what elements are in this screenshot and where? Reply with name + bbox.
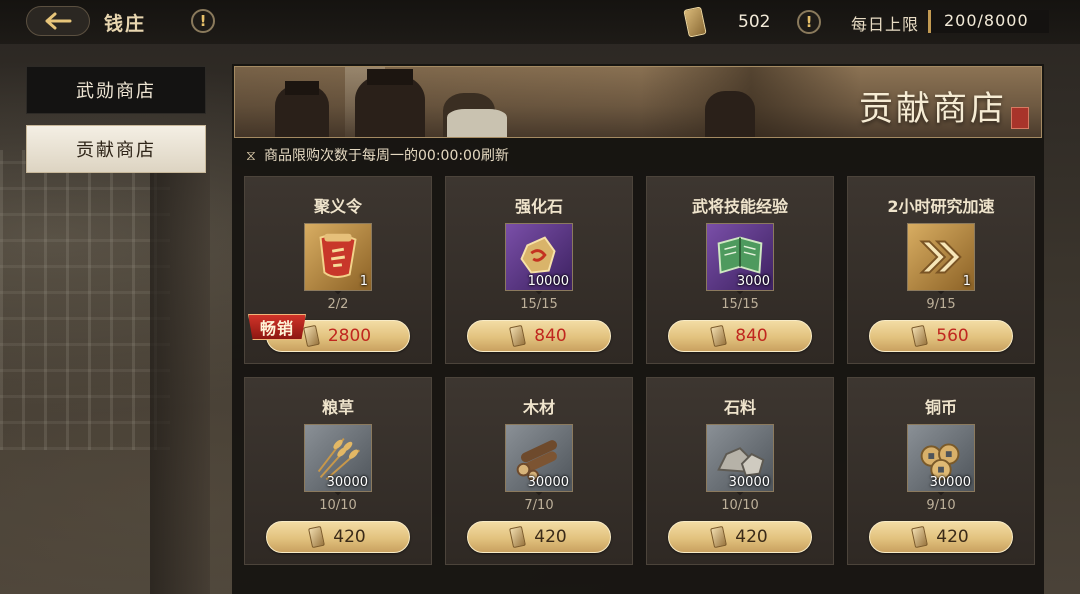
purchase-limit: 15/15 <box>520 297 558 312</box>
item-price: 2800 <box>327 326 372 346</box>
shop-item-card[interactable]: 2小时研究加速 1 9/15 560 <box>847 176 1035 364</box>
shop-item-card[interactable]: 铜币 30000 9/10 420 <box>847 377 1035 565</box>
banner-title: 贡献商店 <box>859 89 1007 129</box>
item-price: 840 <box>534 326 567 346</box>
wood-icon: 30000 <box>505 424 573 492</box>
item-quantity: 1 <box>962 274 971 289</box>
stone-icon: 30000 <box>706 424 774 492</box>
shop-item-card[interactable]: 武将技能经验 3000 15/15 840 <box>646 176 834 364</box>
item-quantity: 10000 <box>527 274 569 289</box>
shop-item-card[interactable]: 强化石 10000 15/15 840 <box>445 176 633 364</box>
hourglass-icon: ⧖ <box>246 148 256 164</box>
buy-button[interactable]: 840 <box>668 320 812 352</box>
purchase-limit: 10/10 <box>319 498 357 513</box>
item-name: 聚义令 <box>313 197 362 216</box>
contribution-token-icon <box>710 324 728 348</box>
currency-amount: 502 <box>738 12 771 32</box>
item-quantity: 30000 <box>929 475 971 490</box>
contribution-token-icon <box>911 525 929 549</box>
item-name: 强化石 <box>514 197 563 216</box>
item-name: 武将技能经验 <box>691 197 788 216</box>
buy-button[interactable]: 420 <box>668 521 812 553</box>
item-quantity: 3000 <box>736 274 770 289</box>
banner-figure <box>705 91 755 137</box>
contribution-token-icon <box>509 324 527 348</box>
top-bar: 钱庄 ! 502 ! 每日上限 200/8000 <box>0 0 1080 44</box>
buy-button[interactable]: 420 <box>266 521 410 553</box>
contribution-token-icon <box>308 525 326 549</box>
item-price: 840 <box>735 326 768 346</box>
shop-item-card[interactable]: 粮草 30000 10/10 420 <box>244 377 432 565</box>
contribution-token-icon <box>509 525 527 549</box>
daily-limit-value: 200/8000 <box>944 11 1029 30</box>
currency-info-icon[interactable]: ! <box>797 10 821 34</box>
contribution-token-icon <box>302 324 320 348</box>
item-quantity: 30000 <box>527 475 569 490</box>
banner-hat <box>367 69 413 85</box>
buy-button[interactable]: 420 <box>467 521 611 553</box>
seal-stamp <box>1011 107 1029 129</box>
item-quantity: 30000 <box>728 475 770 490</box>
shop-banner: 贡献商店 <box>234 66 1042 138</box>
buy-button[interactable]: 560 <box>869 320 1013 352</box>
copper-coin-icon: 30000 <box>907 424 975 492</box>
recruit-token-icon: 1 <box>304 223 372 291</box>
item-price: 560 <box>936 326 969 346</box>
shop-item-card[interactable]: 石料 30000 10/10 420 <box>646 377 834 565</box>
item-quantity: 1 <box>359 274 368 289</box>
back-button[interactable] <box>26 6 90 36</box>
contribution-token-icon <box>710 525 728 549</box>
info-icon[interactable]: ! <box>191 9 215 33</box>
shop-item-card[interactable]: 木材 30000 7/10 420 <box>445 377 633 565</box>
item-name: 木材 <box>522 398 555 417</box>
item-price: 420 <box>333 527 366 547</box>
banner-emperor-robe <box>447 109 507 137</box>
background-window <box>0 150 170 450</box>
item-name: 粮草 <box>321 398 354 417</box>
purchase-limit: 7/10 <box>524 498 554 513</box>
item-price: 420 <box>936 527 969 547</box>
back-arrow-icon <box>45 12 72 30</box>
refresh-notice: ⧖ 商品限购次数于每周一的00:00:00刷新 <box>246 145 509 165</box>
hot-seller-badge: 畅销 <box>248 314 306 340</box>
purchase-limit: 9/15 <box>926 297 956 312</box>
banner-hat <box>285 81 319 95</box>
daily-limit-label: 每日上限 <box>851 15 920 34</box>
item-quantity: 30000 <box>326 475 368 490</box>
shop-panel: 贡献商店 ⧖ 商品限购次数于每周一的00:00:00刷新 聚义令 1 2/2 28… <box>232 64 1044 594</box>
item-name: 2小时研究加速 <box>887 197 995 216</box>
sidebar-tab-merit-shop[interactable]: 武勋商店 <box>26 66 206 114</box>
sidebar-tab-contribution-shop[interactable]: 贡献商店 <box>26 125 206 173</box>
enhance-stone-icon: 10000 <box>505 223 573 291</box>
purchase-limit: 10/10 <box>721 498 759 513</box>
purchase-limit: 15/15 <box>721 297 759 312</box>
item-name: 铜币 <box>924 398 957 417</box>
item-name: 石料 <box>723 398 756 417</box>
refresh-notice-text: 商品限购次数于每周一的00:00:00刷新 <box>264 148 509 164</box>
item-price: 420 <box>735 527 768 547</box>
buy-button[interactable]: 420 <box>869 521 1013 553</box>
research-speedup-icon: 1 <box>907 223 975 291</box>
skill-book-icon: 3000 <box>706 223 774 291</box>
background-pillar <box>150 160 210 594</box>
grain-icon: 30000 <box>304 424 372 492</box>
item-price: 420 <box>534 527 567 547</box>
contribution-token-icon <box>911 324 929 348</box>
contribution-token-icon <box>683 6 707 38</box>
purchase-limit: 9/10 <box>926 498 956 513</box>
purchase-limit: 2/2 <box>327 297 349 312</box>
page-title: 钱庄 <box>104 13 147 35</box>
buy-button[interactable]: 840 <box>467 320 611 352</box>
